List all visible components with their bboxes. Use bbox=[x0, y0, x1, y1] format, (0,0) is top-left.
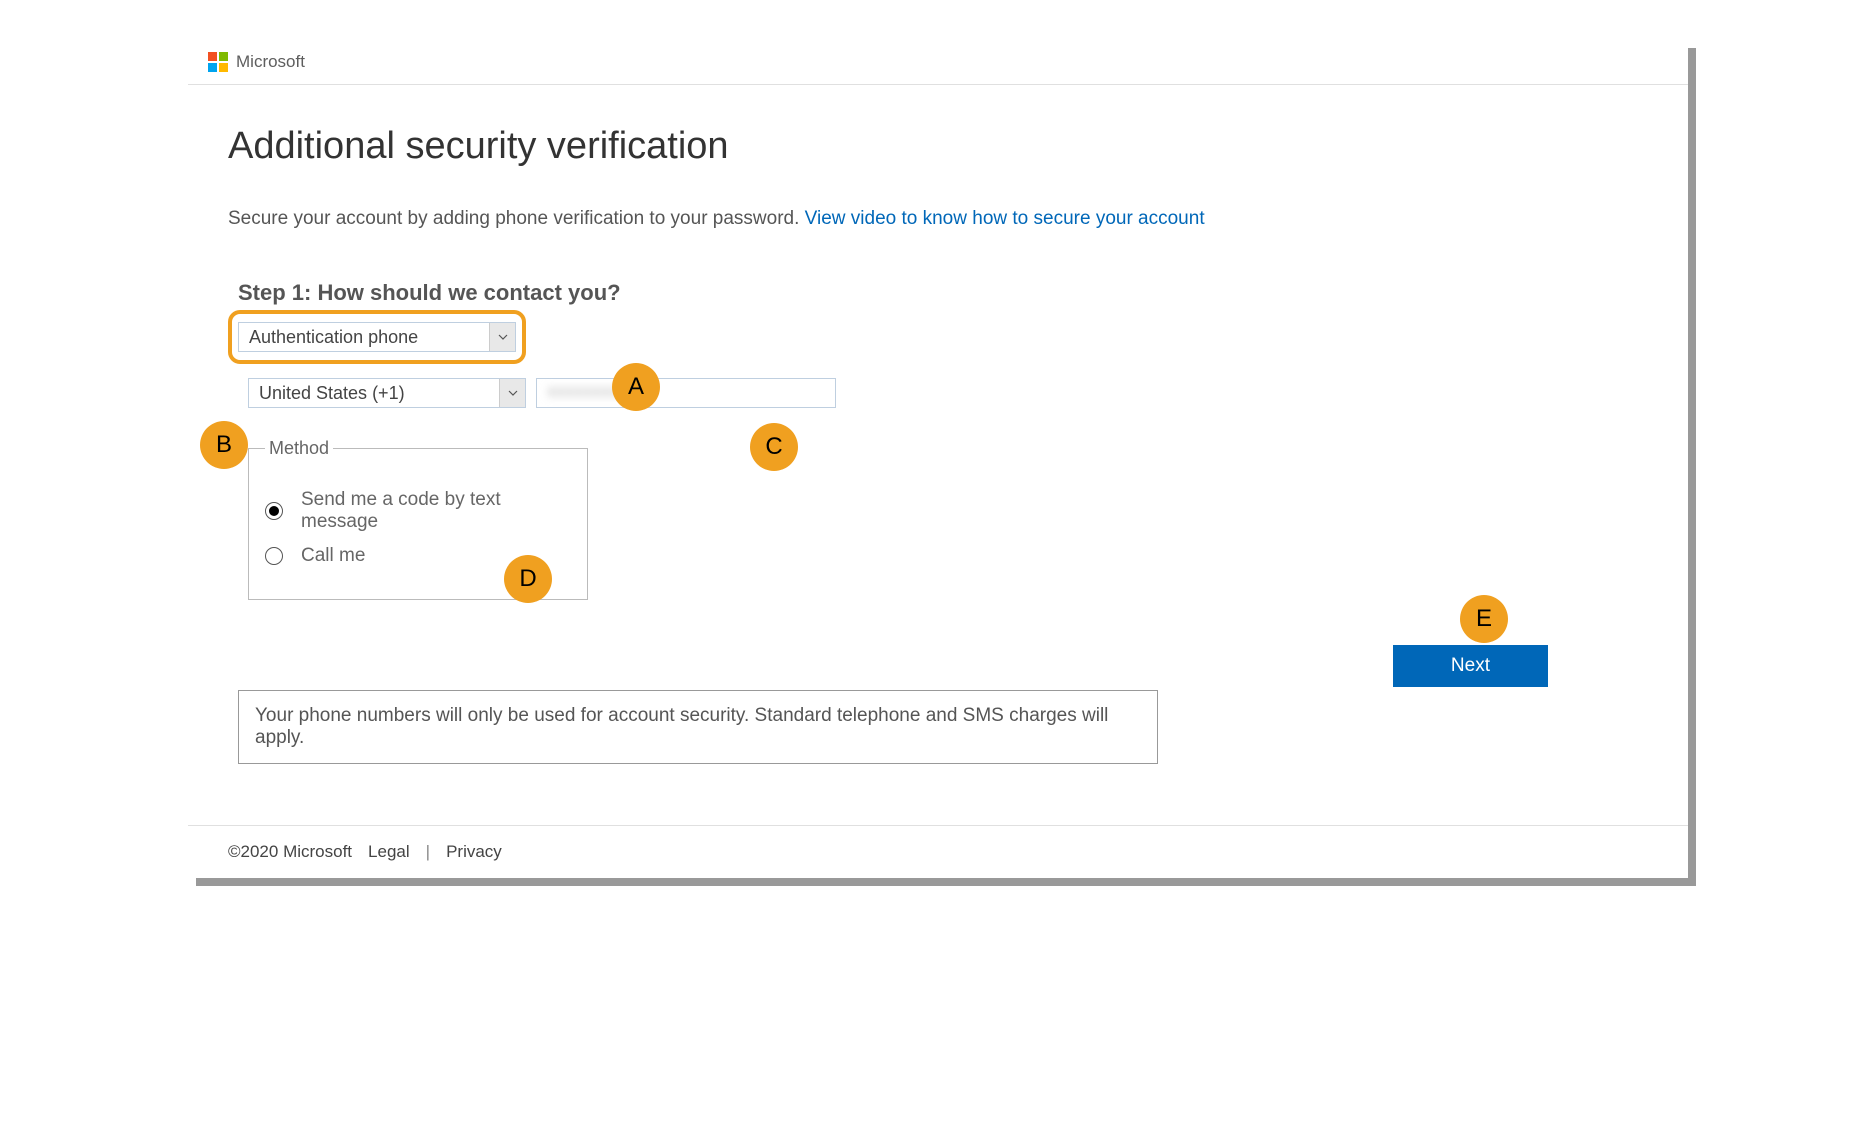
help-video-link[interactable]: View video to know how to secure your ac… bbox=[805, 208, 1205, 229]
brand-name: Microsoft bbox=[236, 52, 305, 72]
annotation-callout-b: B bbox=[200, 421, 248, 469]
radio-option-text-message[interactable]: Send me a code by text message bbox=[265, 489, 567, 533]
annotation-callout-e: E bbox=[1460, 595, 1508, 643]
chevron-down-icon bbox=[489, 323, 515, 351]
country-code-value: United States (+1) bbox=[249, 379, 499, 407]
annotation-callout-c: C bbox=[750, 423, 798, 471]
country-code-select[interactable]: United States (+1) bbox=[248, 378, 526, 408]
contact-method-select[interactable]: Authentication phone bbox=[238, 322, 516, 352]
chevron-down-icon bbox=[499, 379, 525, 407]
next-button[interactable]: Next bbox=[1393, 645, 1548, 687]
footer: ©2020 Microsoft Legal | Privacy bbox=[188, 825, 1688, 878]
page-subtitle: Secure your account by adding phone veri… bbox=[228, 208, 1648, 230]
radio-icon bbox=[265, 547, 283, 565]
phone-row: United States (+1) xxxxxxxxxx bbox=[248, 378, 1648, 408]
subtitle-text: Secure your account by adding phone veri… bbox=[228, 208, 805, 229]
page-title: Additional security verification bbox=[228, 125, 1648, 168]
phone-number-input[interactable]: xxxxxxxxxx bbox=[536, 378, 836, 408]
step-heading: Step 1: How should we contact you? bbox=[238, 280, 1648, 306]
contact-method-highlight: Authentication phone bbox=[228, 310, 526, 364]
app-window: Microsoft Additional security verificati… bbox=[188, 40, 1688, 878]
footer-legal-link[interactable]: Legal bbox=[368, 842, 410, 862]
header: Microsoft bbox=[188, 40, 1688, 85]
annotation-callout-a: A bbox=[612, 363, 660, 411]
radio-icon bbox=[265, 502, 283, 520]
radio-label: Call me bbox=[301, 545, 365, 567]
contact-method-value: Authentication phone bbox=[239, 323, 489, 351]
notice-box: Your phone numbers will only be used for… bbox=[238, 690, 1158, 764]
annotation-callout-d: D bbox=[504, 555, 552, 603]
footer-separator: | bbox=[426, 842, 430, 862]
radio-label: Send me a code by text message bbox=[301, 489, 567, 533]
content-area: Additional security verification Secure … bbox=[188, 85, 1688, 825]
microsoft-logo-icon bbox=[208, 52, 228, 72]
footer-privacy-link[interactable]: Privacy bbox=[446, 842, 502, 862]
footer-copyright: ©2020 Microsoft bbox=[228, 842, 352, 862]
method-legend: Method bbox=[265, 438, 333, 459]
